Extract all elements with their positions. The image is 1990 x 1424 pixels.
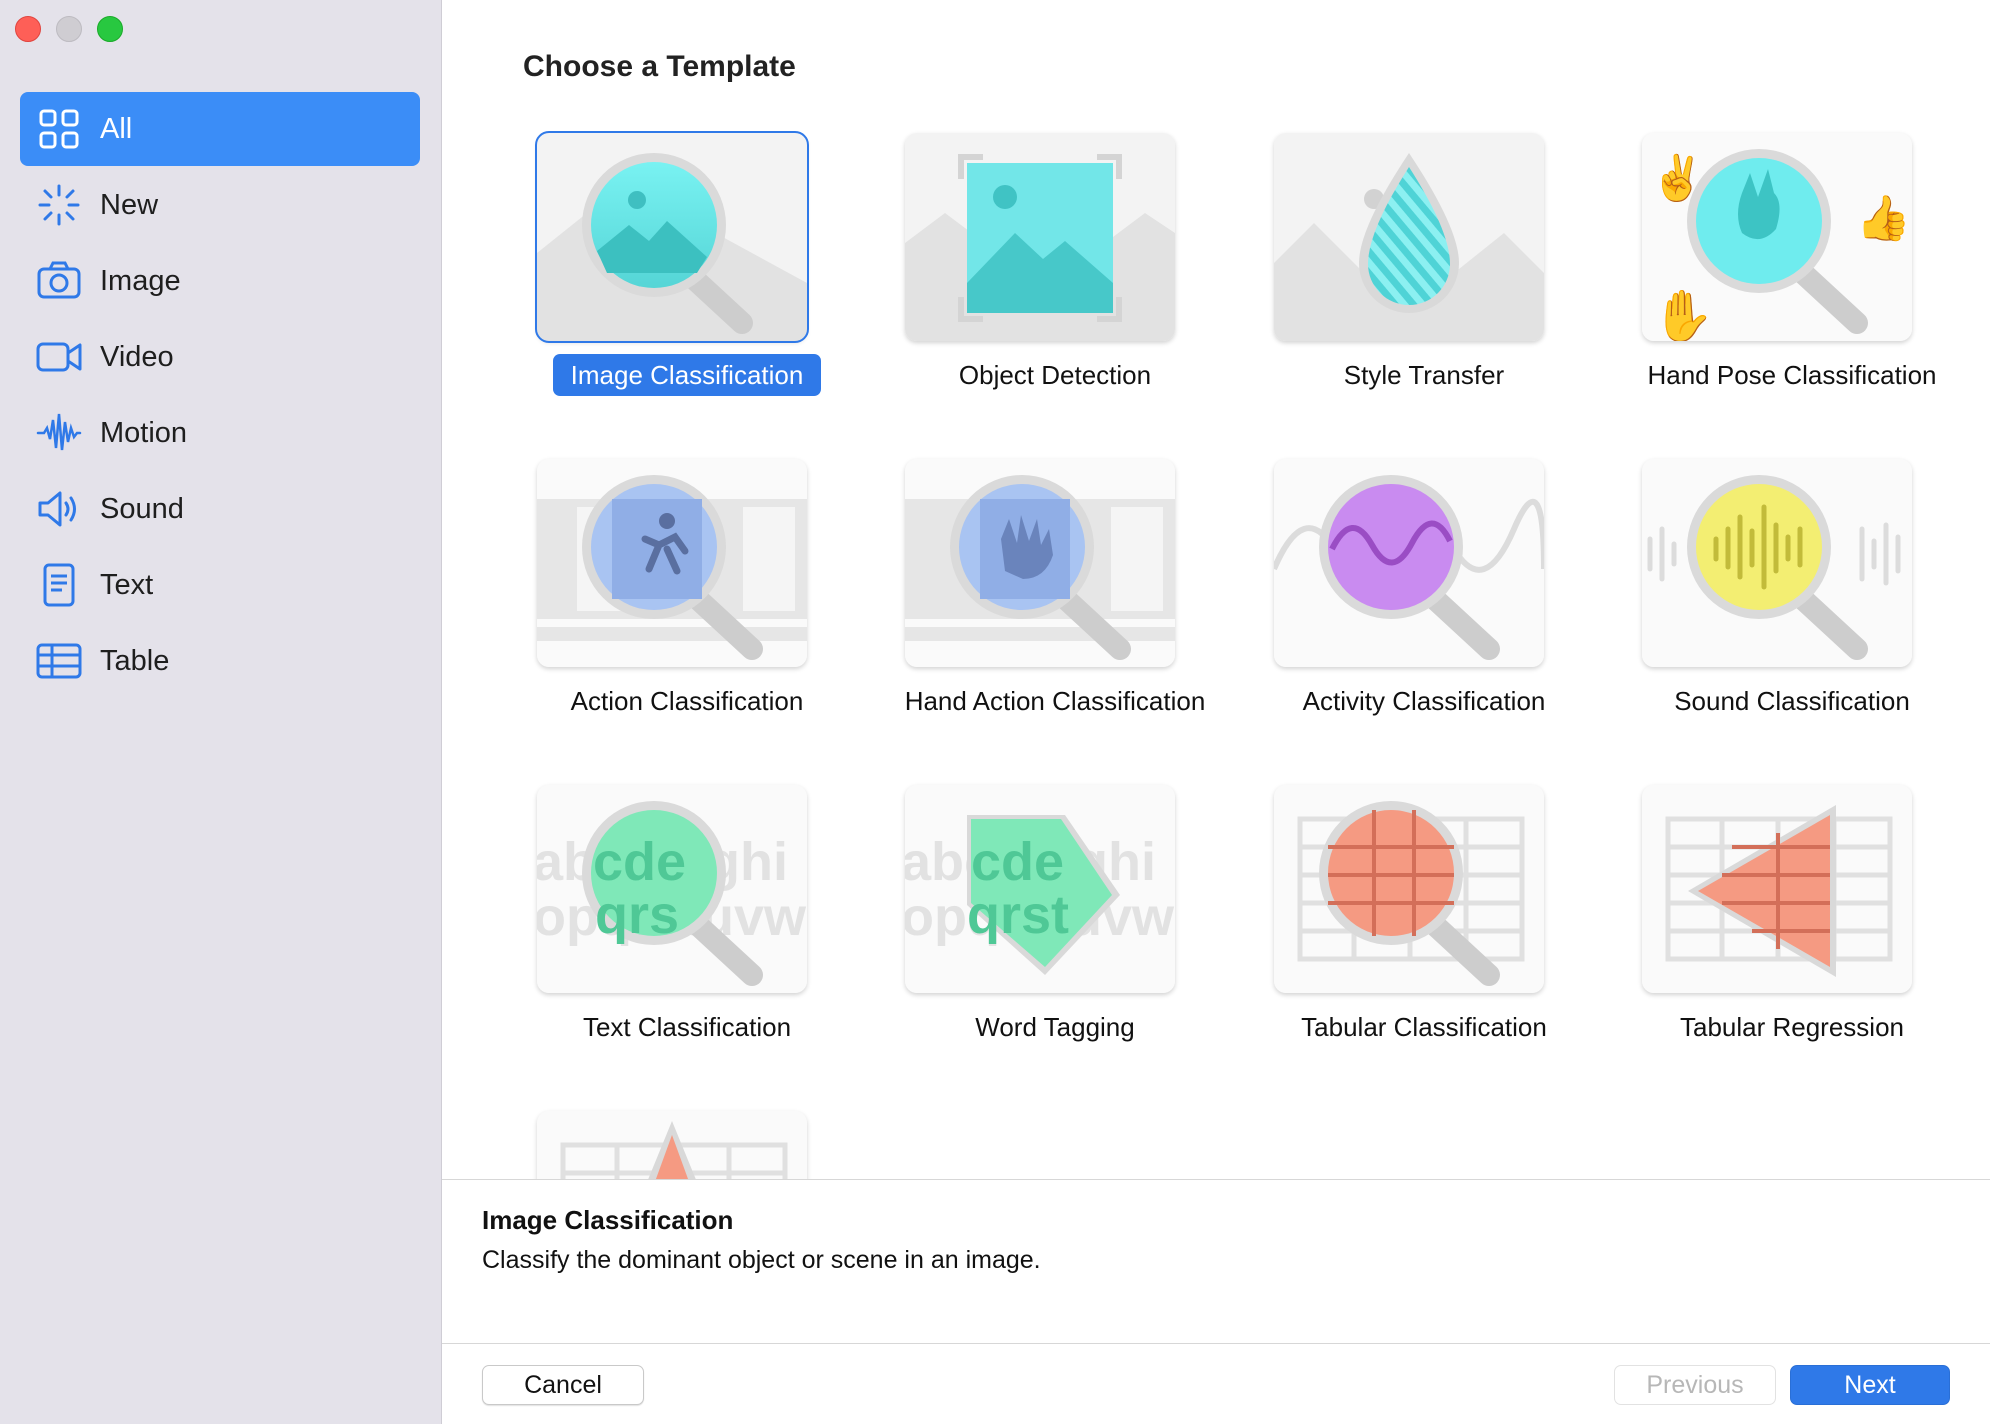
template-thumbnail: [537, 459, 807, 667]
sidebar-item-label: New: [100, 188, 159, 221]
previous-button[interactable]: Previous: [1614, 1365, 1776, 1405]
template-thumbnail: [1642, 459, 1912, 667]
template-tabular-classification[interactable]: Tabular Classification: [1245, 785, 1547, 1085]
sidebar-item-sound[interactable]: Sound: [20, 472, 420, 546]
svg-text:qrs: qrs: [595, 885, 679, 945]
speaker-icon: [34, 484, 84, 534]
video-camera-icon: [34, 332, 84, 382]
template-sound-classification[interactable]: Sound Classification: [1613, 459, 1913, 759]
sidebar-item-label: Table: [100, 644, 170, 677]
sidebar-item-label: Image: [100, 264, 181, 297]
svg-text:cde: cde: [593, 832, 686, 892]
footer-bar: Cancel Previous Next: [442, 1343, 1990, 1424]
template-activity-classification[interactable]: Activity Classification: [1245, 459, 1545, 759]
template-label: Tabular Classification: [1301, 1012, 1547, 1042]
template-image-classification[interactable]: Image Classification: [508, 131, 822, 433]
template-thumbnail: abcdefghi opqrstuvw cde qrs: [537, 785, 807, 993]
template-label: Hand Action Classification: [904, 686, 1206, 716]
template-thumbnail: [1274, 785, 1544, 993]
template-hand-pose-classification[interactable]: ✌ 👍 ✋ Hand Pose Classification: [1613, 133, 1937, 433]
table-icon: [34, 636, 84, 686]
template-description-panel: Image Classification Classify the domina…: [442, 1179, 1990, 1344]
svg-text:qrst: qrst: [967, 885, 1069, 945]
template-word-tagging[interactable]: abcdefghi opqrstuvw cde qrst Word Taggin…: [876, 785, 1176, 1085]
template-thumbnail: [1642, 785, 1912, 993]
template-thumbnail: ✌ 👍 ✋: [1642, 133, 1912, 341]
template-label: Text Classification: [582, 1012, 792, 1042]
sidebar-item-label: Text: [100, 568, 154, 601]
sidebar-item-image[interactable]: Image: [20, 244, 420, 318]
template-grid-area: Choose a Template Image Classification O…: [442, 0, 1990, 1180]
sidebar-item-label: Motion: [100, 416, 188, 449]
template-partial-tabular[interactable]: [508, 1111, 808, 1180]
template-label: Object Detection: [958, 360, 1152, 390]
sidebar-item-text[interactable]: Text: [20, 548, 420, 622]
sidebar-item-label: Sound: [100, 492, 184, 525]
template-thumbnail: [905, 133, 1175, 341]
sidebar-item-table[interactable]: Table: [20, 624, 420, 698]
template-label: Style Transfer: [1343, 360, 1505, 390]
template-chooser-window: All New Image Video Motion Sound Text Ta…: [0, 0, 1990, 1424]
document-icon: [34, 560, 84, 610]
template-thumbnail: [905, 459, 1175, 667]
description-title: Image Classification: [482, 1205, 734, 1235]
template-thumbnail: [537, 1111, 807, 1180]
sidebar-item-new[interactable]: New: [20, 168, 420, 242]
template-thumbnail: [1274, 459, 1544, 667]
sidebar-item-label: All: [100, 112, 133, 145]
svg-text:✋: ✋: [1652, 287, 1714, 341]
camera-icon: [34, 256, 84, 306]
sparkle-icon: [34, 180, 84, 230]
sidebar: All New Image Video Motion Sound Text Ta…: [0, 0, 442, 1424]
zoom-window-button[interactable]: [97, 16, 123, 42]
minimize-window-button[interactable]: [56, 16, 82, 42]
template-thumbnail: abcdefghi opqrstuvw cde qrst: [905, 785, 1175, 993]
svg-text:cde: cde: [971, 832, 1064, 892]
template-hand-action-classification[interactable]: Hand Action Classification: [876, 459, 1205, 759]
template-label: Sound Classification: [1674, 686, 1910, 716]
close-window-button[interactable]: [15, 16, 41, 42]
page-title: Choose a Template: [523, 50, 796, 83]
grid-icon: [34, 104, 84, 154]
template-action-classification[interactable]: Action Classification: [508, 459, 808, 759]
category-list: All New Image Video Motion Sound Text Ta…: [20, 92, 420, 700]
waveform-icon: [34, 408, 84, 458]
template-tabular-regression[interactable]: Tabular Regression: [1613, 785, 1913, 1085]
template-label: Action Classification: [570, 686, 804, 716]
template-thumbnail: [535, 131, 809, 343]
template-object-detection[interactable]: Object Detection: [876, 133, 1176, 433]
template-label: Hand Pose Classification: [1647, 360, 1937, 390]
template-label: Word Tagging: [975, 1012, 1135, 1042]
template-label: Tabular Regression: [1679, 1012, 1904, 1042]
template-text-classification[interactable]: abcdefghi opqrstuvw cde qrs Text Classif…: [508, 785, 808, 1085]
cancel-button[interactable]: Cancel: [482, 1365, 644, 1405]
template-label: Image Classification: [508, 354, 866, 396]
sidebar-item-label: Video: [100, 340, 174, 373]
template-thumbnail: [1274, 133, 1544, 341]
sidebar-item-video[interactable]: Video: [20, 320, 420, 394]
sidebar-item-all[interactable]: All: [20, 92, 420, 166]
description-text: Classify the dominant object or scene in…: [482, 1246, 1041, 1274]
svg-text:👍: 👍: [1856, 193, 1911, 243]
sidebar-item-motion[interactable]: Motion: [20, 396, 420, 470]
template-label: Activity Classification: [1302, 686, 1546, 716]
template-style-transfer[interactable]: Style Transfer: [1245, 133, 1545, 433]
next-button[interactable]: Next: [1790, 1365, 1950, 1405]
